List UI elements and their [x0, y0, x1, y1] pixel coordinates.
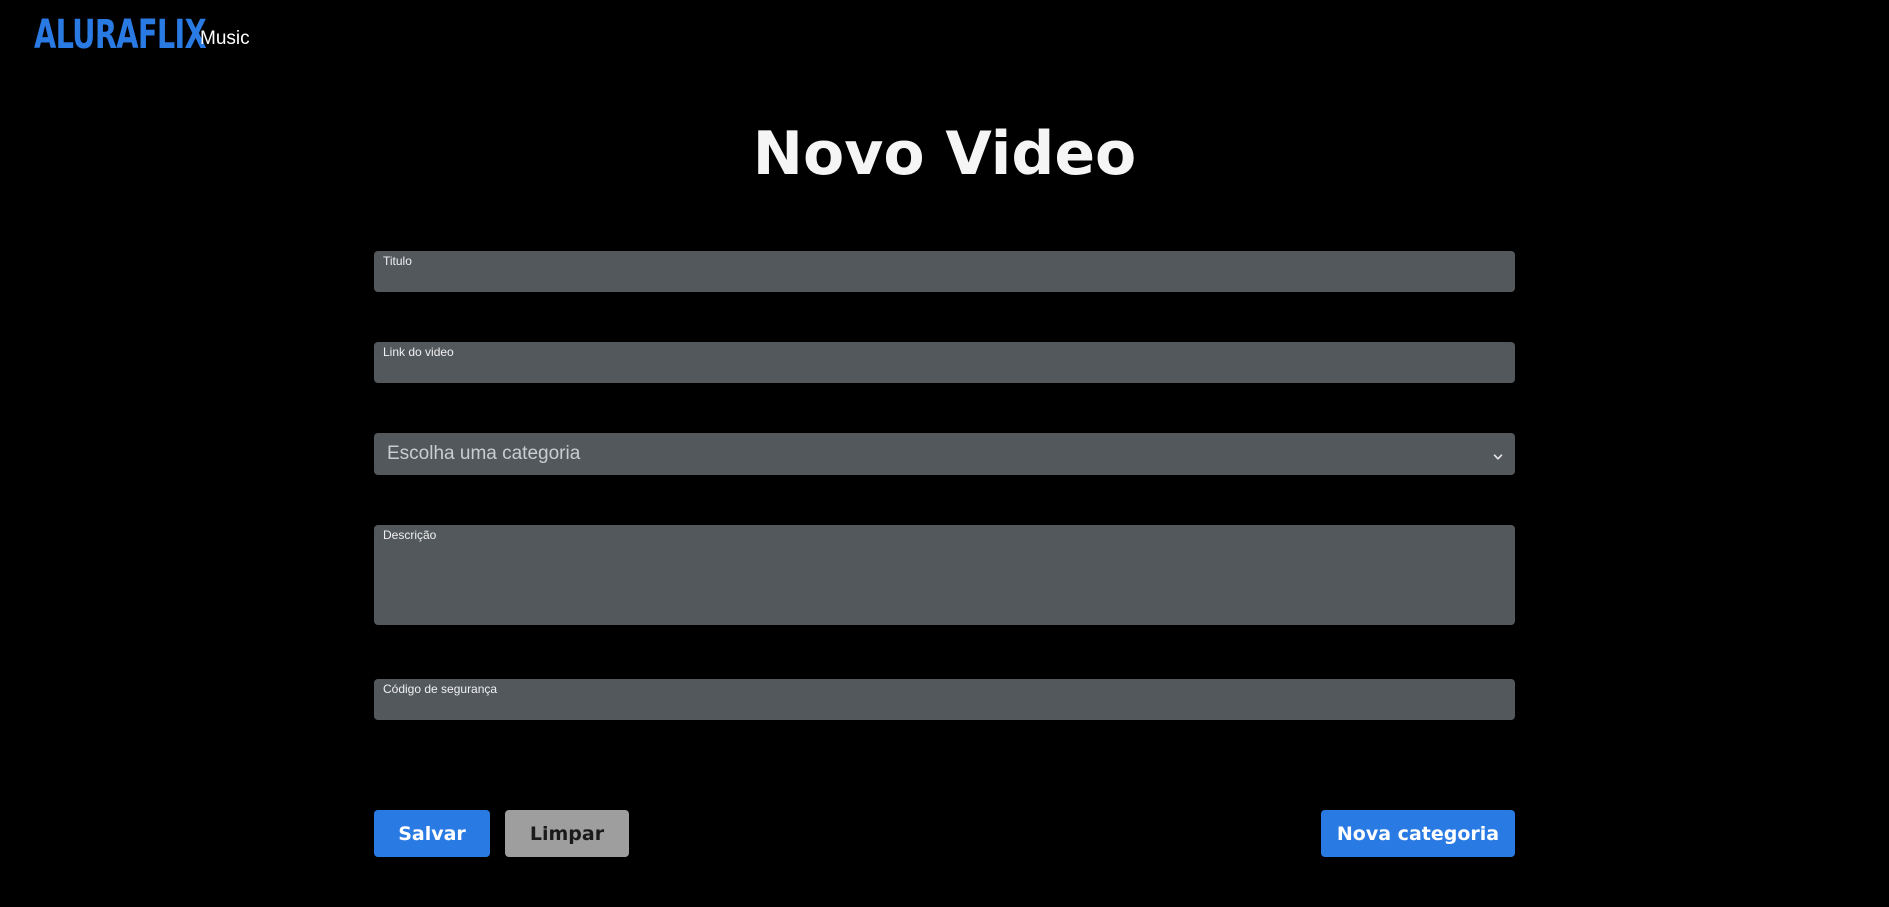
chevron-down-icon — [1493, 449, 1503, 460]
new-category-button[interactable]: Nova categoria — [1321, 810, 1515, 857]
categoria-selected-value: Escolha uma categoria — [387, 443, 581, 464]
titulo-input[interactable] — [383, 271, 1506, 288]
codigo-label: Código de segurança — [383, 682, 498, 696]
descricao-textarea[interactable] — [383, 545, 1506, 621]
header: ALURAFLIX Music — [34, 0, 250, 60]
codigo-input[interactable] — [383, 699, 1506, 716]
clear-button[interactable]: Limpar — [505, 810, 629, 857]
titulo-field[interactable]: Titulo — [374, 251, 1515, 292]
descricao-field[interactable]: Descrição — [374, 525, 1515, 625]
logo-subtitle: Music — [200, 28, 250, 49]
descricao-label: Descrição — [383, 528, 437, 542]
logo-brand: ALURAFLIX — [34, 12, 207, 58]
link-label: Link do video — [383, 345, 454, 359]
codigo-field[interactable]: Código de segurança — [374, 679, 1515, 720]
save-button[interactable]: Salvar — [374, 810, 490, 857]
link-field[interactable]: Link do video — [374, 342, 1515, 383]
logo[interactable]: ALURAFLIX Music — [34, 10, 250, 60]
categoria-select[interactable]: Escolha uma categoria — [374, 433, 1515, 475]
titulo-label: Titulo — [383, 254, 412, 268]
page-title: Novo Video — [752, 119, 1137, 189]
link-input[interactable] — [383, 362, 1506, 379]
